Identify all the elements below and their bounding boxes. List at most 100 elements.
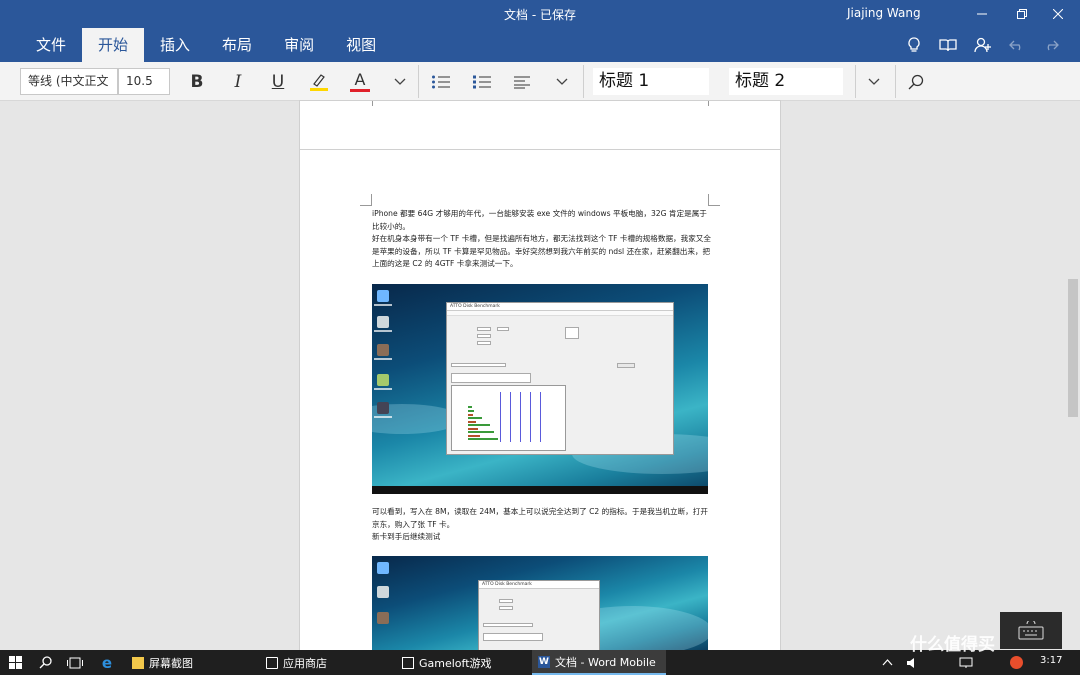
redo-icon[interactable] <box>1040 34 1062 56</box>
atto-benchmark-window: ATTO Disk Benchmark <box>446 302 674 455</box>
ribbon-home: 等线 (中文正文 10.5 B I U A 标题 1 标题 2 <box>0 62 1080 101</box>
tab-review[interactable]: 审阅 <box>268 28 330 62</box>
atto-field <box>483 623 533 627</box>
ime-button[interactable] <box>1005 650 1027 675</box>
graph-bar <box>468 428 478 430</box>
atto-results-graph <box>451 385 566 451</box>
graph-gridline <box>530 392 531 442</box>
font-family-input[interactable]: 等线 (中文正文 <box>20 68 118 95</box>
taskbar-app-store[interactable]: 应用商店 <box>260 650 390 675</box>
document-page[interactable]: iPhone 都要 64G 才够用的年代，一台能够安装 exe 文件的 wind… <box>300 150 780 650</box>
graph-bar <box>468 431 494 433</box>
reading-mode-book-icon[interactable] <box>937 34 959 56</box>
style-heading2[interactable]: 标题 2 <box>729 68 843 95</box>
tab-insert[interactable]: 插入 <box>144 28 206 62</box>
share-person-icon[interactable] <box>972 34 994 56</box>
paragraph-line: 好在机身本身带有一个 TF 卡槽，但是找遍所有地方，都无法找到这个 TF 卡槽的… <box>372 234 712 269</box>
task-view-button[interactable] <box>60 650 90 675</box>
search-button[interactable] <box>30 650 60 675</box>
ribbon-divider <box>418 65 419 98</box>
embedded-screenshot-2[interactable]: ATTO Disk Benchmark <box>372 556 708 650</box>
numbered-list-icon <box>473 75 491 88</box>
paragraph-line: 可以看到，写入在 8M，读取在 24M，基本上可以说完全达到了 C2 的指标。于… <box>372 507 708 529</box>
body-paragraph[interactable]: iPhone 都要 64G 才够用的年代，一台能够安装 exe 文件的 wind… <box>372 208 712 271</box>
close-button[interactable] <box>1036 0 1080 28</box>
atto-field <box>499 599 513 603</box>
windows-logo-icon <box>8 656 22 669</box>
align-left-icon <box>514 76 530 88</box>
network-button[interactable] <box>955 650 977 675</box>
font-more-dropdown[interactable] <box>386 68 414 95</box>
tab-home[interactable]: 开始 <box>82 28 145 62</box>
tab-file[interactable]: 文件 <box>20 28 82 62</box>
desktop-icon <box>377 612 389 624</box>
highlight-button[interactable] <box>305 68 333 95</box>
tab-view[interactable]: 视图 <box>330 28 392 62</box>
margin-corner-mark <box>708 194 720 206</box>
atto-field <box>497 327 509 331</box>
recycle-bin-icon <box>377 586 389 598</box>
taskbar-app-word[interactable]: W 文档 - Word Mobile <box>532 650 666 675</box>
bold-button[interactable]: B <box>183 68 211 95</box>
atto-window-title: ATTO Disk Benchmark <box>447 303 673 311</box>
styles-more-dropdown[interactable] <box>860 68 888 95</box>
font-size-input[interactable]: 10.5 <box>118 68 170 95</box>
user-name[interactable]: Jiajing Wang <box>847 6 921 20</box>
store-icon <box>266 656 278 669</box>
body-paragraph[interactable]: 可以看到，写入在 8M，读取在 24M，基本上可以说完全达到了 C2 的指标。于… <box>372 506 712 544</box>
atto-field <box>451 363 506 367</box>
find-button[interactable] <box>902 68 930 95</box>
ribbon-divider <box>855 65 856 98</box>
task-view-icon <box>67 657 83 668</box>
chevron-down-icon <box>868 78 880 85</box>
italic-button[interactable]: I <box>224 68 252 95</box>
start-button[interactable] <box>0 650 30 675</box>
screenshot-taskbar <box>372 486 708 494</box>
graph-gridline <box>500 392 501 442</box>
embedded-screenshot-1[interactable]: ATTO Disk Benchmark <box>372 284 708 494</box>
show-hidden-icons-button[interactable] <box>877 650 897 675</box>
chevron-up-icon <box>882 659 892 666</box>
style-heading1[interactable]: 标题 1 <box>593 68 709 95</box>
desktop-icon <box>377 290 389 302</box>
taskbar-app-screenshots[interactable]: 屏幕截图 <box>126 650 256 675</box>
font-color-glyph: A <box>354 70 366 89</box>
desktop-icon-label <box>374 388 392 390</box>
bullets-button[interactable] <box>427 68 455 95</box>
taskbar-clock[interactable]: 3:17 <box>1040 655 1062 666</box>
recycle-bin-icon <box>377 316 389 328</box>
vertical-scrollbar[interactable] <box>1066 101 1080 649</box>
tab-layout[interactable]: 布局 <box>206 28 268 62</box>
minimize-button[interactable] <box>960 0 1004 28</box>
scrollbar-thumb[interactable] <box>1068 279 1078 417</box>
tell-me-bulb-icon[interactable] <box>903 34 925 56</box>
title-bar: 文档 - 已保存 Jiajing Wang 文件 开始 插入 布局 审阅 视图 <box>0 0 1080 62</box>
edge-icon: e <box>101 653 113 672</box>
speaker-icon <box>907 657 914 668</box>
margin-mark <box>372 101 373 106</box>
paragraph-more-dropdown[interactable] <box>548 68 576 95</box>
atto-field <box>477 341 491 345</box>
bullet-list-icon <box>432 75 450 88</box>
font-color-button[interactable]: A <box>346 68 374 95</box>
previous-page <box>300 101 780 149</box>
atto-field <box>477 334 491 338</box>
ribbon-divider <box>583 65 584 98</box>
align-button[interactable] <box>508 68 536 95</box>
volume-button[interactable] <box>903 650 923 675</box>
atto-options-box <box>565 327 579 339</box>
network-icon <box>959 657 973 668</box>
taskbar-app-gameloft[interactable]: Gameloft游戏 <box>396 650 530 675</box>
graph-gridline <box>510 392 511 442</box>
atto-field <box>499 606 513 610</box>
underline-button[interactable]: U <box>264 68 292 95</box>
undo-icon[interactable] <box>1006 34 1028 56</box>
windows-taskbar: e 屏幕截图 应用商店 Gameloft游戏 W 文档 - Word Mobil… <box>0 650 1080 675</box>
folder-icon <box>132 656 144 669</box>
margin-mark <box>708 101 709 106</box>
edge-button[interactable]: e <box>92 650 122 675</box>
touch-keyboard-button[interactable] <box>1000 612 1062 649</box>
atto-menu-bar <box>447 311 673 316</box>
taskbar-app-label: Gameloft游戏 <box>419 656 492 670</box>
numbering-button[interactable] <box>468 68 496 95</box>
